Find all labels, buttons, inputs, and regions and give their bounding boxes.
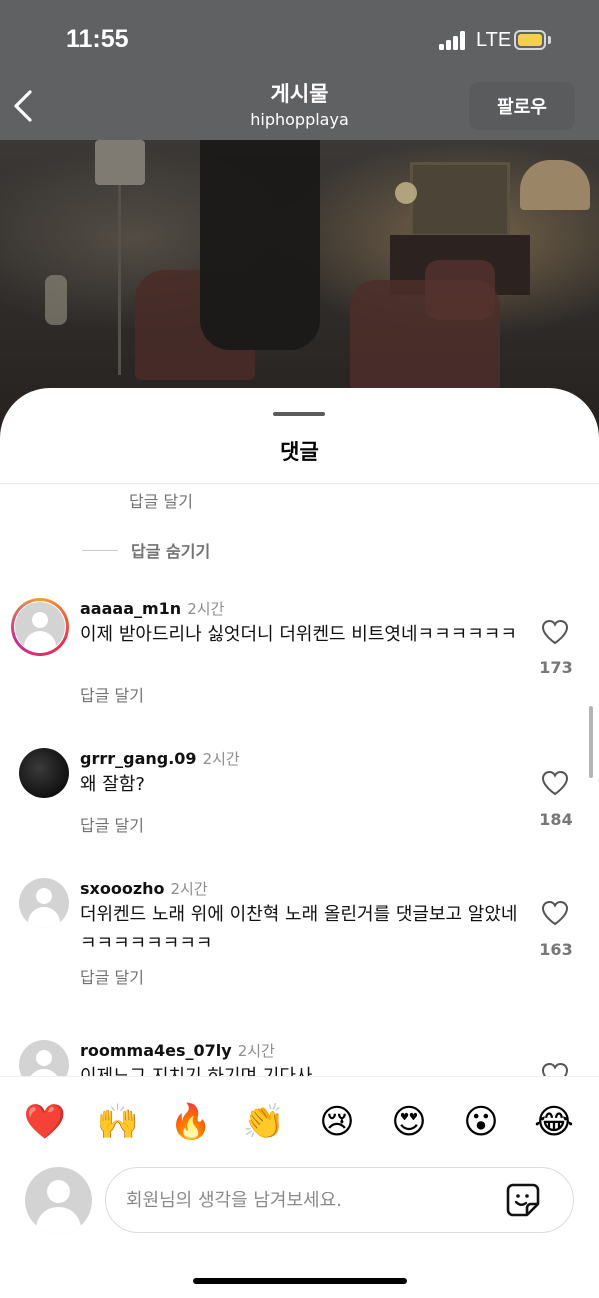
emoji-crying[interactable]: 😢 bbox=[315, 1100, 359, 1144]
emoji-fire[interactable]: 🔥 bbox=[169, 1100, 213, 1144]
emoji-raising-hands[interactable]: 🙌 bbox=[96, 1100, 140, 1144]
avatar[interactable] bbox=[19, 1040, 69, 1076]
reply-button[interactable]: 답글 달기 bbox=[80, 682, 144, 706]
battery-icon bbox=[514, 30, 546, 50]
home-indicator[interactable] bbox=[193, 1278, 407, 1284]
heart-icon[interactable] bbox=[541, 1062, 569, 1076]
comment-time: 2시간 bbox=[202, 750, 240, 768]
emoji-bar: ❤️ 🙌 🔥 👏 😢 😍 😮 😂 bbox=[0, 1088, 599, 1152]
scrollbar[interactable] bbox=[589, 706, 593, 778]
reply-button[interactable]: 답글 달기 bbox=[129, 488, 193, 512]
avatar[interactable] bbox=[19, 878, 69, 928]
emoji-laughing[interactable]: 😂 bbox=[532, 1100, 576, 1144]
status-bar: 11:55 LTE bbox=[0, 0, 599, 80]
divider bbox=[82, 550, 118, 551]
comment-input[interactable] bbox=[105, 1167, 574, 1233]
comment-text: 왜 잘함? bbox=[80, 774, 145, 795]
comment-text: 더위켄드 노래 위에 이찬혁 노래 올린거를 댓글보고 알았네ㅋㅋㅋㅋㅋㅋㅋㅋ bbox=[80, 904, 518, 954]
comment-username[interactable]: grrr_gang.09 2시간 bbox=[80, 748, 240, 769]
hide-replies-button[interactable]: 답글 숨기기 bbox=[131, 538, 210, 562]
network-label: LTE bbox=[476, 29, 512, 51]
like-count: 184 bbox=[539, 810, 573, 829]
avatar bbox=[15, 602, 65, 652]
signal-icon bbox=[439, 30, 469, 50]
comment-time: 2시간 bbox=[170, 880, 208, 898]
heart-icon[interactable] bbox=[541, 619, 569, 645]
reply-button[interactable]: 답글 달기 bbox=[80, 964, 144, 988]
reply-button[interactable]: 답글 달기 bbox=[80, 812, 144, 836]
comment-text: 이제느그 지치기 하기며 기다사 bbox=[80, 1062, 520, 1076]
emoji-heart-eyes[interactable]: 😍 bbox=[387, 1100, 431, 1144]
emoji-heart[interactable]: ❤️ bbox=[23, 1100, 67, 1144]
battery-tip bbox=[548, 36, 551, 44]
heart-icon[interactable] bbox=[541, 900, 569, 926]
emoji-clapping[interactable]: 👏 bbox=[242, 1100, 286, 1144]
status-time: 11:55 bbox=[66, 25, 129, 53]
comments-sheet: 댓글 답글 달기 답글 숨기기 aaaaa_m1n 2시간 이제 받아드리나 싫엇… bbox=[0, 388, 599, 1298]
story-ring[interactable] bbox=[11, 598, 69, 656]
divider bbox=[0, 1076, 599, 1077]
comment-time: 2시간 bbox=[187, 600, 225, 618]
my-avatar bbox=[25, 1167, 92, 1234]
like-count: 163 bbox=[539, 940, 573, 959]
avatar[interactable] bbox=[19, 748, 69, 798]
sheet-grab-handle[interactable] bbox=[273, 412, 325, 416]
like-count: 173 bbox=[539, 658, 573, 677]
comment-username[interactable]: roomma4es_07ly 2시간 bbox=[80, 1040, 275, 1061]
follow-button[interactable]: 팔로우 bbox=[469, 82, 575, 130]
emoji-surprised[interactable]: 😮 bbox=[459, 1100, 503, 1144]
comment-time: 2시간 bbox=[237, 1042, 275, 1060]
comment-username[interactable]: sxooozho 2시간 bbox=[80, 878, 208, 899]
heart-icon[interactable] bbox=[541, 770, 569, 796]
sheet-title: 댓글 bbox=[280, 440, 319, 464]
sticker-icon[interactable] bbox=[505, 1182, 541, 1218]
comment-text: 이제 받아드리나 싫엇더니 더위켄드 비트엿네ㅋㅋㅋㅋㅋㅋ bbox=[80, 624, 517, 645]
comment-composer bbox=[0, 1158, 599, 1238]
comment-username[interactable]: aaaaa_m1n 2시간 bbox=[80, 598, 224, 619]
comment-list[interactable]: 답글 달기 답글 숨기기 aaaaa_m1n 2시간 이제 받아드리나 싫엇더니 … bbox=[0, 484, 599, 1076]
